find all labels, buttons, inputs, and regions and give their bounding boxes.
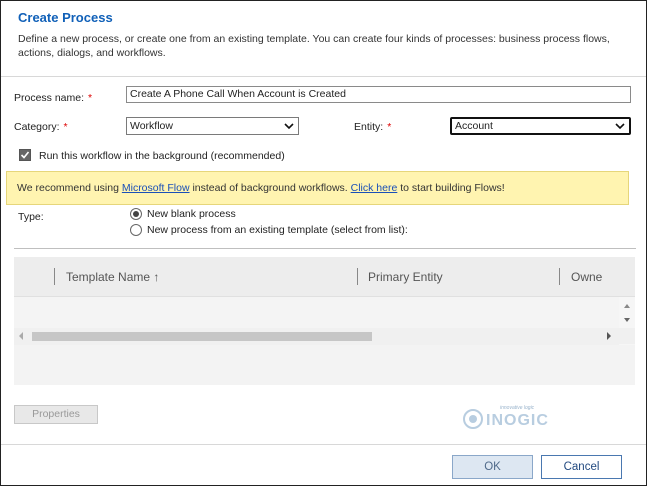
logo-tagline: innovative logic	[500, 405, 535, 411]
column-divider	[357, 268, 358, 285]
column-template-name[interactable]: Template Name ↑	[66, 270, 159, 284]
required-marker: *	[88, 92, 93, 104]
grid-footer	[14, 345, 635, 385]
entity-label-text: Entity:	[354, 121, 384, 133]
chevron-down-icon	[284, 123, 294, 130]
column-divider	[559, 268, 560, 285]
category-value: Workflow	[130, 120, 173, 132]
checkmark-icon	[20, 151, 30, 159]
template-grid: Template Name ↑ Primary Entity Owne	[14, 257, 635, 385]
column-primary-entity[interactable]: Primary Entity	[368, 270, 443, 284]
grid-header: Template Name ↑ Primary Entity Owne	[14, 257, 635, 297]
column-divider	[54, 268, 55, 285]
ok-button[interactable]: OK	[452, 455, 533, 479]
footer-divider	[1, 444, 646, 445]
type-label: Type:	[18, 211, 44, 223]
process-name-input[interactable]: Create A Phone Call When Account is Crea…	[126, 86, 631, 103]
section-divider	[14, 248, 636, 249]
cancel-button[interactable]: Cancel	[541, 455, 622, 479]
logo-mark-icon	[463, 409, 483, 429]
required-marker: *	[387, 121, 392, 133]
required-marker: *	[63, 121, 68, 133]
dialog-title: Create Process	[18, 10, 113, 25]
horizontal-scroll-thumb[interactable]	[32, 332, 372, 341]
entity-label: Entity: *	[354, 121, 391, 133]
category-label-text: Category:	[14, 121, 60, 133]
radio-from-template[interactable]	[130, 224, 142, 236]
microsoft-flow-link[interactable]: Microsoft Flow	[122, 182, 190, 194]
properties-button[interactable]: Properties	[14, 405, 98, 424]
entity-select[interactable]: Account	[450, 117, 631, 135]
dialog-description: Define a new process, or create one from…	[18, 33, 610, 59]
radio-new-blank-process-label: New blank process	[147, 208, 236, 220]
inogic-logo: innovative logic INOGIC	[462, 405, 549, 431]
process-name-label: Process name: *	[14, 92, 92, 104]
banner-text-part: instead of background workflows.	[189, 182, 351, 194]
background-checkbox[interactable]	[19, 149, 31, 161]
radio-new-blank-process[interactable]	[130, 208, 142, 220]
radio-from-template-label: New process from an existing template (s…	[147, 224, 408, 236]
banner-text-part: We recommend using	[17, 182, 122, 194]
flow-recommendation-banner: We recommend using Microsoft Flow instea…	[6, 171, 629, 205]
background-checkbox-label: Run this workflow in the background (rec…	[39, 150, 285, 162]
click-here-link[interactable]: Click here	[351, 182, 398, 194]
process-name-label-text: Process name:	[14, 92, 85, 104]
chevron-down-icon	[615, 123, 625, 130]
logo-name: INOGIC	[486, 412, 549, 429]
category-label: Category: *	[14, 121, 68, 133]
create-process-dialog: Create Process Define a new process, or …	[0, 0, 647, 486]
banner-text: We recommend using Microsoft Flow instea…	[17, 182, 505, 194]
column-owner[interactable]: Owne	[571, 270, 602, 284]
radio-selected-dot	[133, 211, 139, 217]
dialog-header: Create Process Define a new process, or …	[1, 1, 646, 77]
banner-text-part: to start building Flows!	[397, 182, 505, 194]
category-select[interactable]: Workflow	[126, 117, 299, 135]
horizontal-scrollbar[interactable]	[14, 328, 635, 344]
entity-value: Account	[455, 120, 493, 132]
